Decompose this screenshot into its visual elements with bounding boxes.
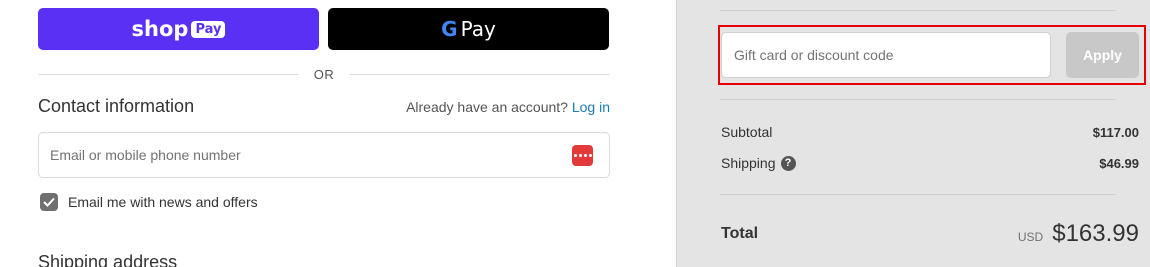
shipping-label-wrap: Shipping ? xyxy=(721,155,796,171)
google-g-icon: G xyxy=(441,17,457,41)
currency-code: USD xyxy=(1017,230,1044,244)
shop-pay-logo-text: shop xyxy=(131,17,189,41)
have-account-text: Already have an account? xyxy=(406,99,568,115)
shipping-title: Shipping address xyxy=(38,252,178,267)
checkout-page: shop Pay G Pay OR Contact information Al… xyxy=(0,0,1150,267)
subtotal-label: Subtotal xyxy=(721,124,773,140)
password-manager-icon[interactable] xyxy=(572,144,593,166)
total-value: $163.99 xyxy=(1052,220,1139,247)
shop-pay-button[interactable]: shop Pay xyxy=(38,8,319,50)
google-pay-button[interactable]: G Pay xyxy=(328,8,609,50)
question-icon[interactable]: ? xyxy=(780,155,796,171)
shipping-row: Shipping ? $46.99 xyxy=(721,155,1139,171)
shop-pay-badge: Pay xyxy=(191,20,226,38)
contact-title: Contact information xyxy=(38,96,195,116)
summary-divider-bottom xyxy=(720,194,1116,195)
summary-divider-top xyxy=(720,10,1116,11)
shipping-value: $46.99 xyxy=(1099,155,1139,171)
newsletter-option: Email me with news and offers xyxy=(40,193,258,211)
newsletter-checkbox[interactable] xyxy=(40,193,58,211)
contact-header: Contact information Already have an acco… xyxy=(38,96,610,117)
or-text: OR xyxy=(313,66,335,82)
divider-line-right xyxy=(349,73,610,75)
email-input[interactable] xyxy=(50,147,572,163)
discount-code-input[interactable] xyxy=(721,32,1051,78)
subtotal-value: $117.00 xyxy=(1092,124,1139,140)
checkout-form: shop Pay G Pay OR Contact information Al… xyxy=(38,0,610,267)
summary-divider-mid xyxy=(720,99,1116,100)
login-link[interactable]: Log in xyxy=(572,99,610,115)
apply-discount-button[interactable]: Apply xyxy=(1066,32,1139,78)
dot xyxy=(573,153,577,157)
order-summary: Apply Subtotal $117.00 Shipping ? $46.99… xyxy=(676,0,1150,267)
total-row: Total USD $163.99 xyxy=(721,220,1139,248)
check-icon xyxy=(43,197,55,207)
login-prompt: Already have an account? Log in xyxy=(406,99,610,115)
total-label: Total xyxy=(721,225,759,242)
google-g-letter: G xyxy=(441,17,458,41)
google-pay-text: Pay xyxy=(460,17,496,41)
shipping-label: Shipping xyxy=(721,155,776,171)
dot xyxy=(588,153,592,157)
newsletter-label[interactable]: Email me with news and offers xyxy=(68,194,258,210)
divider-line-left xyxy=(38,73,299,75)
email-field xyxy=(38,132,610,178)
or-divider: OR xyxy=(38,66,610,82)
dot xyxy=(578,153,582,157)
subtotal-row: Subtotal $117.00 xyxy=(721,124,1139,140)
express-checkout: shop Pay G Pay xyxy=(38,8,610,50)
dot xyxy=(583,153,587,157)
total-amount-wrap: USD $163.99 xyxy=(1018,220,1139,248)
